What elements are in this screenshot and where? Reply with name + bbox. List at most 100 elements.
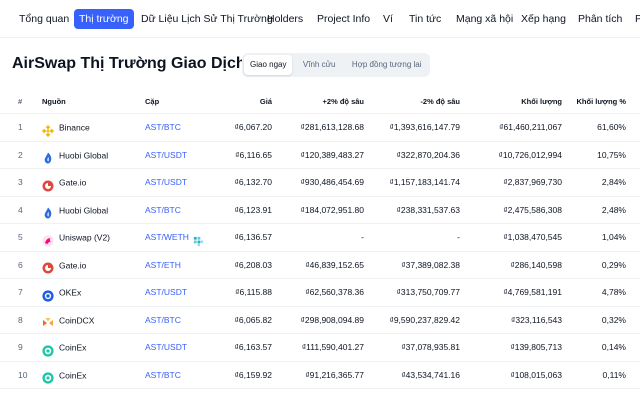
pair-link[interactable]: AST/USDT	[145, 150, 187, 160]
pair-cell[interactable]: AST/USDT	[145, 334, 187, 361]
source-cell[interactable]: OKEx	[42, 279, 81, 306]
volume-pct-cell: 4,78%	[601, 287, 626, 297]
source-cell[interactable]: Uniswap (V2)	[42, 224, 110, 251]
source-cell[interactable]: Binance	[41, 114, 90, 141]
market-type-switch: Giao ngay Vĩnh cửu Hợp đồng tương lai	[242, 53, 430, 77]
pair-link[interactable]: AST/ETH	[145, 260, 181, 270]
pair-link[interactable]: AST/BTC	[145, 205, 181, 215]
pair-cell[interactable]: AST/USDT	[145, 279, 187, 306]
nav-tab-project-info[interactable]: Project Info	[312, 9, 375, 29]
source-name[interactable]: CoinDCX	[59, 315, 94, 325]
depth-minus-cell: -	[457, 232, 460, 242]
header-depth-minus[interactable]: -2% độ sâu	[420, 90, 460, 114]
pair-cell[interactable]: AST/BTC	[145, 362, 181, 389]
source-cell[interactable]: Huobi Global	[42, 197, 108, 224]
source-cell[interactable]: Gate.io	[42, 252, 86, 279]
pair-cell[interactable]: AST/USDT	[145, 169, 187, 196]
volume-cell: ₫2,837,969,730	[503, 177, 562, 187]
source-name[interactable]: CoinEx	[59, 370, 86, 380]
table-row[interactable]: 2 Huobi Global AST/USDT ₫6,116.65 ₫120,389,4…	[0, 142, 640, 169]
nav-tab-ratings[interactable]: Xếp hạng	[516, 9, 571, 29]
source-cell[interactable]: CoinEx	[42, 334, 86, 361]
nav-tab-overview[interactable]: Tổng quan	[14, 9, 74, 29]
table-row[interactable]: 10 CoinEx AST/BTC ₫6,159.92 ₫91,216,365.77 ₫4…	[0, 362, 640, 389]
header-source[interactable]: Nguồn	[42, 90, 66, 114]
table-row[interactable]: 5 Uniswap (V2) AST/WETH ₫6,136.57 - - ₫1,038,4…	[0, 224, 640, 252]
depth-plus-cell: ₫120,389,483.27	[300, 149, 364, 160]
coinex-logo-icon	[42, 368, 54, 384]
page-title: AirSwap Thị Trường Giao Dịch	[12, 55, 246, 72]
volume-pct-cell: 0,29%	[601, 259, 626, 270]
binance-logo-icon	[41, 121, 55, 137]
rank-cell: 10	[18, 369, 28, 380]
nav-tab-analysis[interactable]: Phân tích	[573, 9, 627, 29]
source-name[interactable]: Huobi Global	[59, 150, 108, 160]
source-name[interactable]: Binance	[59, 122, 90, 132]
pair-cell[interactable]: AST/ETH	[145, 252, 181, 279]
source-cell[interactable]: Gate.io	[42, 169, 86, 196]
pair-link[interactable]: AST/BTC	[145, 122, 181, 132]
depth-minus-cell: ₫37,389,082.38	[401, 259, 460, 270]
pair-link[interactable]: AST/USDT	[145, 177, 187, 187]
table-row[interactable]: 4 Huobi Global AST/BTC ₫6,123.91 ₫184,072,95…	[0, 197, 640, 224]
tab-futures[interactable]: Hợp đồng tương lai	[346, 55, 428, 75]
header-rank[interactable]: #	[18, 90, 22, 114]
nav-tab-social[interactable]: Mạng xã hội	[451, 9, 518, 29]
tab-spot[interactable]: Giao ngay	[244, 55, 293, 75]
volume-pct-cell: 1,04%	[601, 232, 626, 242]
volume-cell: ₫61,460,211,067	[499, 122, 562, 132]
header-volume-pct[interactable]: Khối lượng %	[576, 90, 626, 114]
table-row[interactable]: 8 CoinDCX AST/BTC ₫6,065.82 ₫298,908,094.89 ₫…	[0, 307, 640, 334]
uniswap-logo-icon	[42, 231, 54, 247]
pair-cell[interactable]: AST/BTC	[145, 307, 181, 334]
volume-pct-cell: 2,84%	[601, 177, 626, 187]
rank-cell: 7	[18, 287, 23, 297]
rank-cell: 6	[18, 259, 23, 270]
nav-tab-historical-data[interactable]: Dữ Liệu Lịch Sử Thị Trường	[136, 9, 278, 29]
price-cell: ₫6,159.92	[234, 369, 272, 380]
table-row[interactable]: 1 Binance AST/BTC ₫6,067.20 ₫281,613,128.68 ₫…	[0, 114, 640, 142]
pair-cell[interactable]: AST/USDT	[145, 142, 187, 169]
nav-tab-markets[interactable]: Thị trường	[74, 9, 134, 29]
source-name[interactable]: Huobi Global	[59, 205, 108, 215]
dex-badge-icon	[193, 231, 204, 247]
source-name[interactable]: OKEx	[59, 287, 81, 297]
header-depth-plus[interactable]: +2% độ sâu	[323, 90, 364, 114]
volume-cell: ₫286,140,598	[510, 259, 562, 270]
pair-cell[interactable]: AST/BTC	[145, 114, 181, 141]
rank-cell: 8	[18, 314, 23, 325]
table-row[interactable]: 3 Gate.io AST/USDT ₫6,132.70 ₫930,486,454.69…	[0, 169, 640, 197]
source-cell[interactable]: CoinDCX	[42, 307, 94, 334]
pair-cell[interactable]: AST/BTC	[145, 197, 181, 224]
source-name[interactable]: Gate.io	[59, 177, 86, 187]
pair-link[interactable]: AST/USDT	[145, 342, 187, 352]
rank-cell: 9	[18, 342, 23, 352]
nav-tab-wallets[interactable]: Ví	[378, 9, 398, 29]
table-row[interactable]: 6 Gate.io AST/ETH ₫6,208.03 ₫46,839,152.65 ₫3…	[0, 252, 640, 279]
pair-link[interactable]: AST/BTC	[145, 315, 181, 325]
huobi-logo-icon	[42, 203, 54, 219]
source-name[interactable]: Gate.io	[59, 260, 86, 270]
source-cell[interactable]: Huobi Global	[42, 142, 108, 169]
pair-link[interactable]: AST/USDT	[145, 287, 187, 297]
volume-pct-cell: 61,60%	[597, 122, 626, 132]
rank-cell: 2	[18, 149, 23, 160]
header-pair[interactable]: Cặp	[145, 90, 159, 114]
nav-tab-news[interactable]: Tin tức	[404, 9, 446, 29]
header-price[interactable]: Giá	[260, 90, 272, 114]
nav-tab-more[interactable]: P	[630, 9, 640, 29]
table-row[interactable]: 7 OKEx AST/USDT ₫6,115.88 ₫62,560,378.36 ₫313…	[0, 279, 640, 307]
header-volume[interactable]: Khối lượng	[521, 90, 562, 114]
source-name[interactable]: Uniswap (V2)	[59, 232, 110, 242]
markets-table: # Nguồn Cặp Giá +2% độ sâu -2% độ sâu Kh…	[0, 90, 640, 389]
source-cell[interactable]: CoinEx	[42, 362, 86, 389]
depth-minus-cell: ₫238,331,537.63	[396, 204, 460, 215]
table-row[interactable]: 9 CoinEx AST/USDT ₫6,163.57 ₫111,590,401.27 ₫…	[0, 334, 640, 362]
pair-link[interactable]: AST/BTC	[145, 370, 181, 380]
pair-link[interactable]: AST/WETH	[145, 232, 189, 242]
source-name[interactable]: CoinEx	[59, 342, 86, 352]
nav-tab-holders[interactable]: Holders	[262, 9, 308, 29]
tab-perpetual[interactable]: Vĩnh cửu	[297, 55, 341, 75]
gateio-logo-icon	[42, 176, 54, 192]
pair-cell[interactable]: AST/WETH	[145, 224, 204, 251]
